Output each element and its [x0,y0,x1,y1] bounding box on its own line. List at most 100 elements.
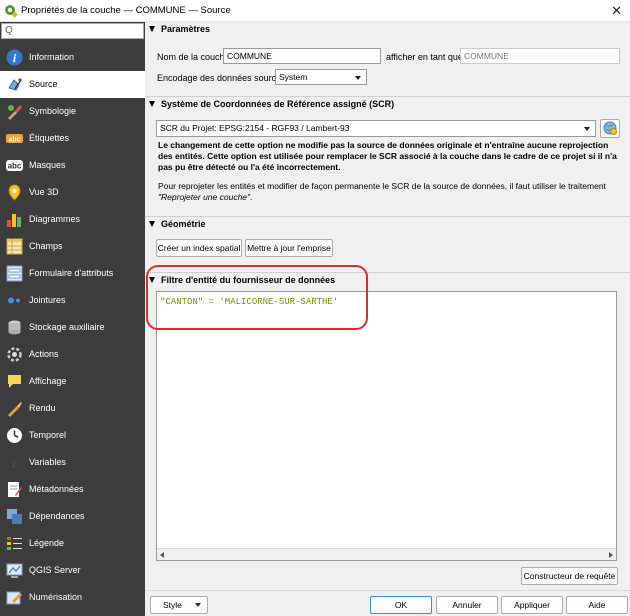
section-title: Filtre d'entité du fournisseur de donnée… [161,275,336,285]
horizontal-scrollbar[interactable] [157,548,616,560]
sidebar-item-label: Vue 3D [29,187,59,197]
sidebar-item-label: Stockage auxiliaire [29,322,105,332]
filter-expression-text: "CANTON" = 'MALICORNE-SUR-SARTHE' [160,297,339,307]
digitizing-icon [6,591,22,605]
sidebar-item-diagrammes[interactable]: Diagrammes [0,206,145,233]
cancel-button[interactable]: Annuler [436,596,498,614]
sidebar-item-masques[interactable]: abc Masques [0,152,145,179]
display-as-field: COMMUNE [460,48,620,64]
sidebar-item-qgis-server[interactable]: QGIS Server [0,557,145,584]
sidebar-item-rendu[interactable]: Rendu [0,395,145,422]
information-icon: i [6,49,23,66]
style-button[interactable]: Style [150,596,208,614]
layer-name-label: Nom de la couche [157,52,230,62]
section-scr[interactable]: Système de Coordonnées de Référence assi… [145,96,630,112]
sidebar-item-formulaire-attributs[interactable]: Formulaire d'attributs [0,260,145,287]
section-filtre[interactable]: Filtre d'entité du fournisseur de donnée… [145,272,630,288]
sidebar-item-label: Diagrammes [29,214,81,224]
collapse-arrow-icon[interactable] [149,221,155,227]
sidebar-item-affichage[interactable]: Affichage [0,368,145,395]
sidebar-item-symbologie[interactable]: Symbologie [0,98,145,125]
collapse-arrow-icon[interactable] [149,26,155,32]
sidebar-item-source[interactable]: Source [0,71,145,98]
sidebar-item-metadonnees[interactable]: Métadonnées [0,476,145,503]
title-bar: Propriétés de la couche — COMMUNE — Sour… [0,0,630,22]
variables-icon: ε [12,455,18,470]
section-parametres[interactable]: Paramètres [145,22,630,38]
encoding-select[interactable]: System [275,69,367,85]
encoding-label: Encodage des données sources [157,73,286,83]
sidebar-item-label: Dépendances [29,511,85,521]
sidebar-item-variables[interactable]: ε Variables [0,449,145,476]
sidebar-item-actions[interactable]: Actions [0,341,145,368]
query-builder-button[interactable]: Constructeur de requête [521,567,618,585]
sidebar-item-label: Métadonnées [29,484,84,494]
sidebar-item-label: Jointures [29,295,66,305]
update-extent-button[interactable]: Mettre à jour l'emprise [245,239,333,257]
sidebar-item-stockage-auxiliaire[interactable]: Stockage auxiliaire [0,314,145,341]
sidebar-item-champs[interactable]: Champs [0,233,145,260]
crs-warning-text: Le changement de cette option ne modifie… [158,140,617,172]
scroll-right-icon[interactable] [609,552,613,558]
close-icon[interactable]: ✕ [611,3,622,19]
crs-selector-button[interactable] [600,119,620,138]
sidebar-search[interactable]: Q [1,23,144,39]
rendering-icon [8,402,22,417]
temporal-icon [7,428,22,443]
metadata-icon [8,482,22,497]
symbology-icon [8,105,22,120]
sidebar-item-numerisation[interactable]: Numérisation [0,584,145,611]
section-title: Géométrie [161,219,206,229]
masks-icon: abc [6,160,23,171]
section-title: Paramètres [161,24,211,34]
crs-info-text: Pour reprojeter les entités et modifier … [158,181,623,202]
search-icon: Q [5,25,13,36]
display-as-label: afficher en tant que [386,52,463,62]
sidebar-item-label: Légende [29,538,65,548]
help-button[interactable]: Aide [566,596,628,614]
sidebar-item-vue-3d[interactable]: Vue 3D [0,179,145,206]
reproject-link[interactable]: "Reprojeter une couche" [158,192,250,202]
actions-icon [7,347,22,362]
dialog-button-bar: Style OK Annuler Appliquer Aide [145,590,630,616]
sidebar-item-label: Étiquettes [29,133,70,143]
search-input[interactable] [16,25,141,37]
sidebar-item-label: Numérisation [29,592,83,602]
legend-icon [7,537,22,550]
source-icon [8,78,22,91]
3d-view-icon [8,184,21,201]
sidebar-item-legende[interactable]: Légende [0,530,145,557]
labels-icon: abc [6,134,23,144]
collapse-arrow-icon[interactable] [149,101,155,107]
sidebar-item-etiquettes[interactable]: abc Étiquettes [0,125,145,152]
sidebar-item-jointures[interactable]: Jointures [0,287,145,314]
scroll-left-icon[interactable] [160,552,164,558]
sidebar-item-label: Formulaire d'attributs [29,268,114,278]
crs-select[interactable]: SCR du Projet: EPSG:2154 - RGF93 / Lambe… [156,120,596,137]
crs-select-value: SCR du Projet: EPSG:2154 - RGF93 / Lambe… [160,123,350,133]
ok-button[interactable]: OK [370,596,432,614]
sidebar: Q i Information Source Symbologie abc Ét… [0,22,145,616]
display-icon [8,375,21,388]
fields-icon [6,238,23,255]
create-spatial-index-button[interactable]: Créer un index spatial [156,239,242,257]
sidebar-item-label: Temporel [29,430,67,440]
sidebar-item-label: Champs [29,241,63,251]
filter-expression-editor[interactable]: "CANTON" = 'MALICORNE-SUR-SARTHE' [156,291,617,561]
chevron-down-icon [584,127,590,131]
svg-text:abc: abc [8,162,22,171]
joins-icon [8,297,20,304]
sidebar-item-label: Information [29,52,75,62]
globe-icon [603,121,617,135]
sidebar-item-label: QGIS Server [29,565,81,575]
crs-info-body: Pour reprojeter les entités et modifier … [158,181,606,191]
diagrams-icon [7,214,21,227]
sidebar-item-information[interactable]: i Information [0,44,145,71]
apply-button[interactable]: Appliquer [501,596,563,614]
section-geometrie[interactable]: Géométrie [145,216,630,232]
dependencies-icon [7,509,22,524]
collapse-arrow-icon[interactable] [149,277,155,283]
sidebar-item-temporel[interactable]: Temporel [0,422,145,449]
layer-name-field[interactable]: COMMUNE [223,48,381,64]
sidebar-item-dependances[interactable]: Dépendances [0,503,145,530]
